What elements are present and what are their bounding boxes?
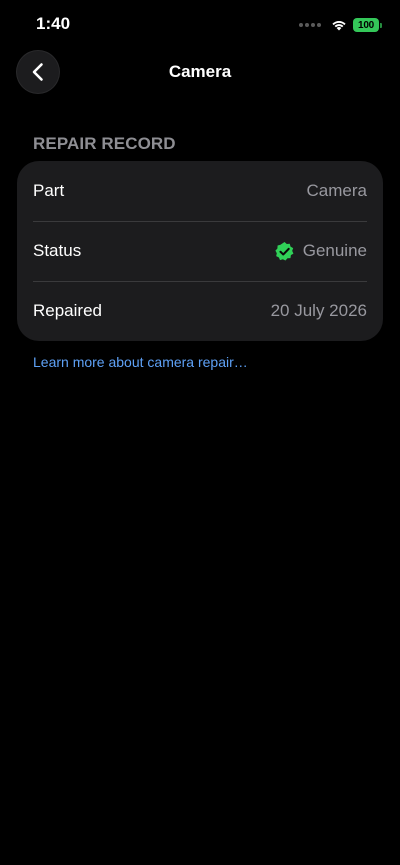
signal-dots-icon <box>299 23 323 27</box>
navigation-bar: Camera <box>0 48 400 96</box>
part-value: Camera <box>306 181 367 200</box>
row-status: Status Genuine <box>17 221 383 281</box>
row-part: Part Camera <box>17 161 383 221</box>
row-label: Part <box>33 181 65 200</box>
status-bar: 1:40 100 <box>0 0 400 50</box>
page-title: Camera <box>168 62 232 81</box>
status-time: 1:40 <box>36 14 71 33</box>
section-header: REPAIR RECORD <box>33 134 176 153</box>
row-value: Genuine <box>274 241 367 262</box>
battery-icon: 100 <box>353 18 382 32</box>
verified-check-icon <box>275 241 294 261</box>
status-value: Genuine <box>302 241 367 260</box>
status-indicators: 100 <box>299 16 382 34</box>
row-repaired: Repaired 20 July 2026 <box>17 281 383 341</box>
battery-level: 100 <box>353 18 379 32</box>
learn-more-link[interactable]: Learn more about camera repair… <box>33 354 248 370</box>
row-value: 20 July 2026 <box>271 301 367 321</box>
wifi-icon <box>332 21 346 31</box>
row-label: Status <box>33 241 82 260</box>
row-value: Camera <box>307 181 367 201</box>
row-label: Repaired <box>33 301 102 320</box>
repair-record-card: Part Camera Status Genuine Repaired 20 J… <box>17 161 383 341</box>
repaired-date-value: 20 July 2026 <box>270 301 367 320</box>
